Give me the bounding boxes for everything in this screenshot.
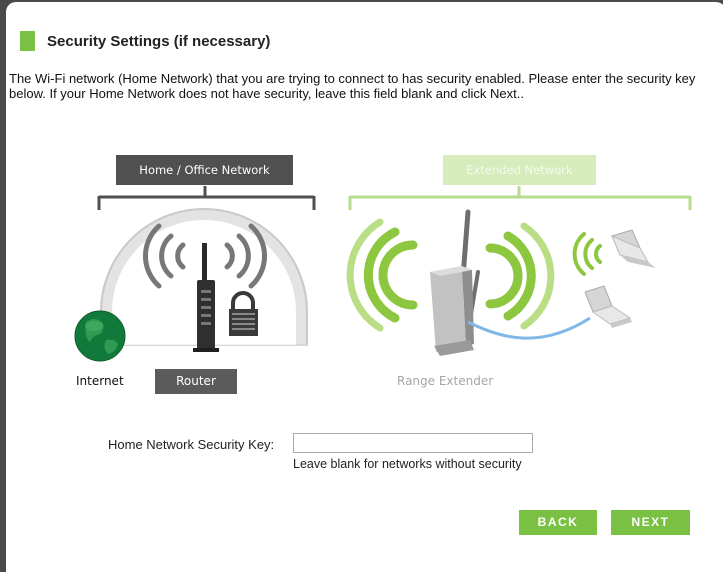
extended-network-bracket [348, 186, 692, 210]
laptop-icon-2 [584, 285, 632, 328]
security-key-label: Home Network Security Key: [108, 437, 275, 452]
security-key-input[interactable] [293, 433, 533, 453]
home-network-bracket [97, 186, 316, 210]
internet-label: Internet [76, 374, 124, 388]
laptop-signal-icon [572, 232, 602, 276]
internet-globe-icon [74, 310, 126, 362]
home-network-tag: Home / Office Network [116, 155, 293, 185]
range-extender-device-icon [430, 209, 480, 356]
back-button[interactable]: BACK [519, 510, 597, 535]
extended-network-tag: Extended Network [443, 155, 596, 185]
range-extender-label: Range Extender [397, 374, 494, 388]
next-button[interactable]: NEXT [611, 510, 690, 535]
router-label: Router [155, 369, 237, 394]
security-key-hint: Leave blank for networks without securit… [293, 457, 522, 471]
laptop-icon [611, 229, 656, 268]
network-diagram [74, 186, 692, 362]
